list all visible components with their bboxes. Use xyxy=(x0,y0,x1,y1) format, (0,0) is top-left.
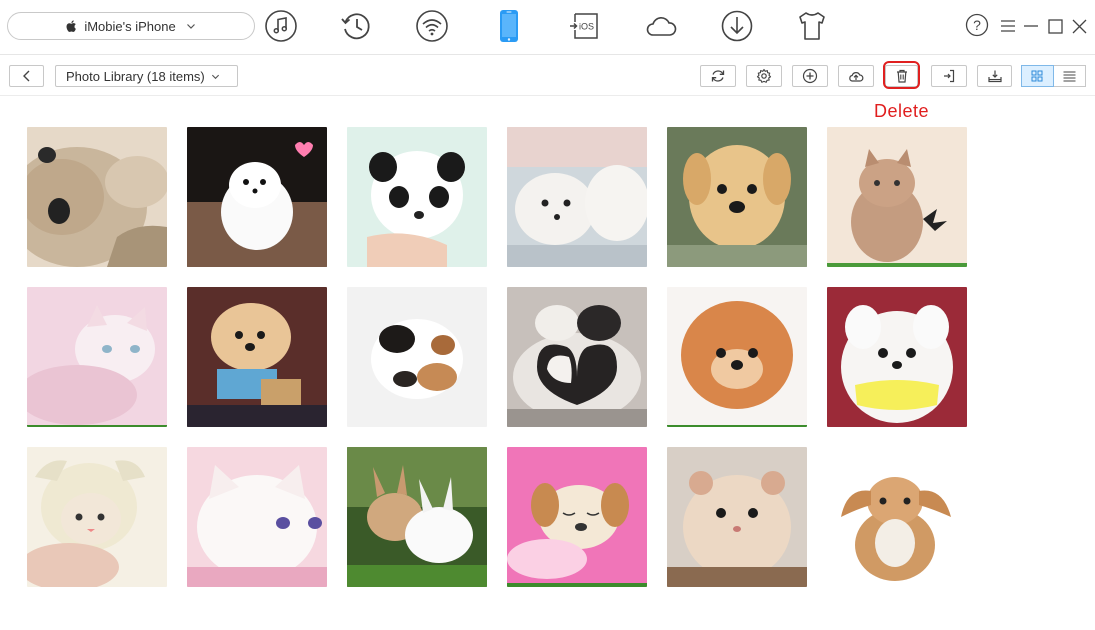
gear-icon xyxy=(756,68,772,83)
orange-pomeranian-photo xyxy=(667,287,807,427)
minimize-button[interactable] xyxy=(1019,14,1043,38)
sleeping-puppy-photo xyxy=(507,447,647,587)
golden-puppy-photo xyxy=(667,127,807,267)
add-button[interactable] xyxy=(792,65,828,87)
cloud-upload-icon xyxy=(849,72,864,82)
maximize-icon xyxy=(1047,18,1063,34)
phone-icon xyxy=(500,10,518,42)
export-to-pc-button[interactable] xyxy=(977,65,1012,87)
tshirt-icon xyxy=(799,12,825,40)
grid-view-button[interactable] xyxy=(1021,65,1054,87)
ios-transfer-icon: iOS xyxy=(570,13,598,39)
music-button[interactable] xyxy=(261,6,301,46)
photo-thumbnail[interactable] xyxy=(827,127,967,267)
device-name: iMobie's iPhone xyxy=(84,18,176,34)
photo-thumbnail[interactable] xyxy=(27,127,167,267)
wifi-icon xyxy=(416,10,448,42)
photo-thumbnail[interactable] xyxy=(27,447,167,587)
cloud-icon xyxy=(646,17,677,36)
wifi-button[interactable] xyxy=(412,6,452,46)
refresh-icon xyxy=(711,70,725,82)
photo-thumbnail[interactable] xyxy=(347,287,487,427)
chevron-down-icon xyxy=(211,74,219,79)
cats-heart-photo xyxy=(507,287,647,427)
photo-thumbnail[interactable] xyxy=(187,447,327,587)
help-icon: ? xyxy=(965,13,989,37)
list-icon xyxy=(1063,70,1076,82)
ios-transfer-button[interactable]: iOS xyxy=(565,6,605,46)
tshirt-button[interactable] xyxy=(792,6,832,46)
photo-thumbnail[interactable] xyxy=(347,447,487,587)
photo-thumbnail[interactable] xyxy=(187,127,327,267)
fluffy-kitten-photo xyxy=(187,447,327,587)
help-glyph: ? xyxy=(973,17,981,33)
download-icon xyxy=(721,10,753,42)
library-label: Photo Library (18 items) xyxy=(66,68,205,84)
apple-icon xyxy=(66,20,77,32)
photo-grid xyxy=(27,127,967,587)
kitten-hood-photo xyxy=(27,447,167,587)
photo-thumbnail[interactable] xyxy=(667,127,807,267)
refresh-button[interactable] xyxy=(700,65,736,87)
phone-button[interactable] xyxy=(489,6,529,46)
photo-thumbnail[interactable] xyxy=(667,287,807,427)
pomeranian-sign-photo xyxy=(187,287,327,427)
photo-thumbnail[interactable] xyxy=(827,447,967,587)
grid-icon xyxy=(1031,70,1043,82)
history-button[interactable] xyxy=(336,6,376,46)
add-icon xyxy=(802,68,818,84)
bunnies-grass-photo xyxy=(347,447,487,587)
library-selector[interactable]: Photo Library (18 items) xyxy=(55,65,238,87)
hamster-photo xyxy=(667,447,807,587)
import-icon xyxy=(944,69,955,83)
top-bar: iMobie's iPhone iOS ? xyxy=(0,0,1095,55)
back-button[interactable] xyxy=(9,65,44,87)
menu-icon xyxy=(1001,20,1015,32)
list-view-button[interactable] xyxy=(1053,65,1086,87)
menu-button[interactable] xyxy=(996,14,1020,38)
help-button[interactable]: ? xyxy=(965,13,989,37)
kitten-photo xyxy=(27,127,167,267)
music-icon xyxy=(265,10,297,42)
delete-highlight xyxy=(883,61,920,89)
photo-thumbnail[interactable] xyxy=(507,287,647,427)
photo-thumbnail[interactable] xyxy=(347,127,487,267)
photo-thumbnail[interactable] xyxy=(187,287,327,427)
white-kitten-pink-photo xyxy=(27,287,167,427)
minimize-icon xyxy=(1024,25,1038,27)
import-button[interactable] xyxy=(931,65,967,87)
white-puppies-photo xyxy=(507,127,647,267)
cloud-button[interactable] xyxy=(641,6,681,46)
chevron-left-icon xyxy=(22,70,29,82)
close-button[interactable] xyxy=(1067,14,1091,38)
photo-thumbnail[interactable] xyxy=(667,447,807,587)
device-selector[interactable]: iMobie's iPhone xyxy=(7,12,255,40)
toolbar: Photo Library (18 items) xyxy=(0,56,1095,96)
delete-annotation: Delete xyxy=(874,101,930,121)
photo-thumbnail[interactable] xyxy=(827,287,967,427)
export-icon xyxy=(987,70,1002,83)
white-dog-shirt-photo xyxy=(827,287,967,427)
photo-thumbnail[interactable] xyxy=(507,127,647,267)
photo-thumbnail[interactable] xyxy=(507,447,647,587)
ios-label: iOS xyxy=(579,22,594,32)
pomeranian-photo xyxy=(187,127,327,267)
view-toggle xyxy=(1021,65,1086,87)
download-button[interactable] xyxy=(717,6,757,46)
chevron-down-icon xyxy=(186,24,195,29)
kitten-butterfly-photo xyxy=(827,127,967,267)
panda-puppy-photo xyxy=(347,127,487,267)
calico-kitten-photo xyxy=(347,287,487,427)
history-icon xyxy=(341,13,370,40)
photo-thumbnail[interactable] xyxy=(27,287,167,427)
settings-button[interactable] xyxy=(746,65,782,87)
maximize-button[interactable] xyxy=(1043,14,1067,38)
close-icon xyxy=(1072,19,1086,33)
upload-cloud-button[interactable] xyxy=(838,65,874,87)
lop-bunny-photo xyxy=(827,447,967,587)
